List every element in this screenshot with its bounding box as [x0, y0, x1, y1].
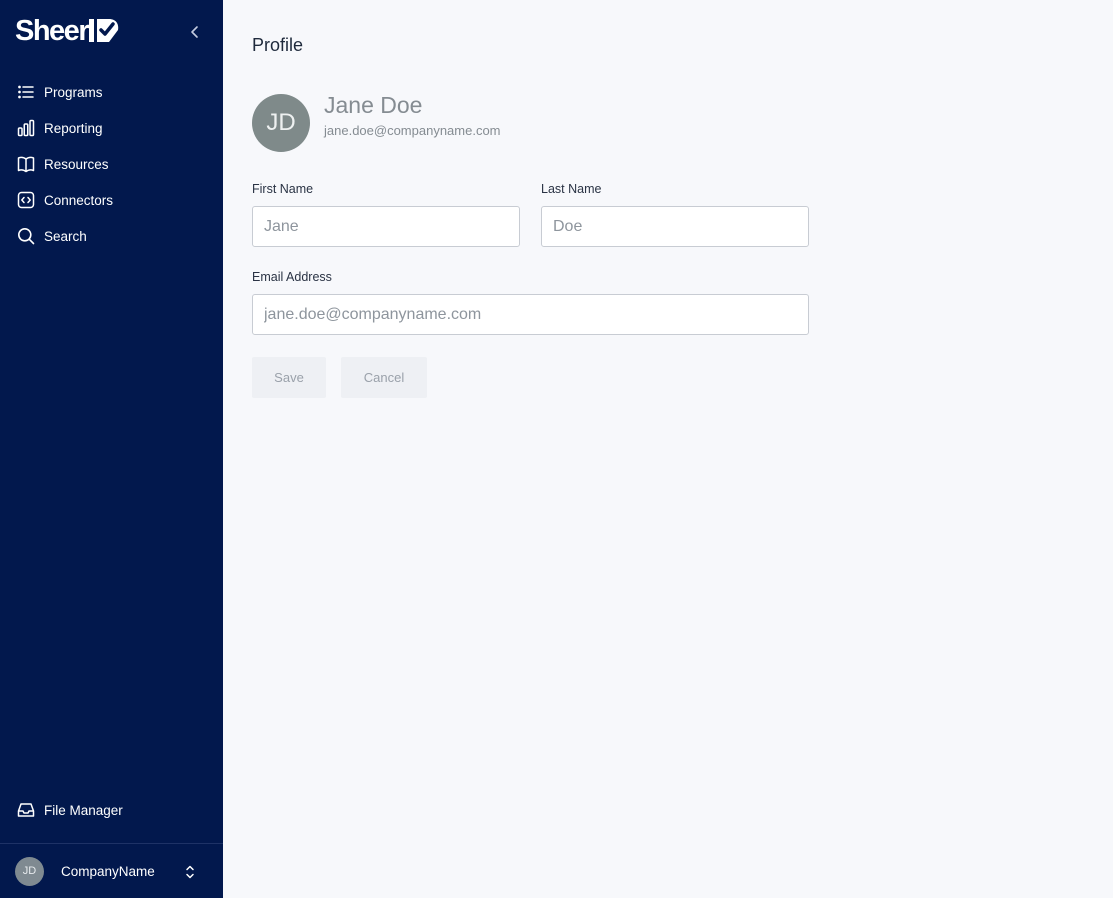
- cancel-button[interactable]: Cancel: [341, 357, 427, 398]
- sidebar-item-search[interactable]: Search: [0, 218, 223, 254]
- sidebar-item-connectors[interactable]: Connectors: [0, 182, 223, 218]
- profile-name: Jane Doe: [324, 92, 423, 118]
- search-icon: [16, 226, 36, 246]
- logo-id-mark: [89, 18, 119, 44]
- profile-avatar: JD: [252, 94, 310, 152]
- save-button[interactable]: Save: [252, 357, 326, 398]
- sidebar-item-reporting[interactable]: Reporting: [0, 110, 223, 146]
- code-icon: [16, 190, 36, 210]
- chevron-left-icon: [191, 26, 198, 38]
- collapse-sidebar-button[interactable]: [184, 21, 206, 43]
- last-name-label: Last Name: [541, 182, 602, 196]
- file-manager-label: File Manager: [44, 802, 123, 818]
- inbox-icon: [16, 800, 36, 820]
- list-icon: [16, 82, 36, 102]
- main-content: Profile JD Jane Doe jane.doe@companyname…: [223, 0, 1113, 898]
- email-field[interactable]: [252, 294, 809, 335]
- book-icon: [16, 154, 36, 174]
- logo-text: Sheer: [15, 14, 90, 47]
- sidebar: Sheer Programs Reporting Resources Conne…: [0, 0, 223, 898]
- chevron-up-down-icon: [186, 865, 194, 879]
- sidebar-nav: Programs Reporting Resources Connectors …: [0, 74, 223, 254]
- sheerid-logo[interactable]: Sheer: [15, 14, 119, 48]
- last-name-field[interactable]: [541, 206, 809, 247]
- sidebar-item-file-manager[interactable]: File Manager: [0, 792, 223, 828]
- page-title: Profile: [252, 35, 304, 55]
- sidebar-item-label: Connectors: [44, 192, 114, 208]
- avatar: JD: [15, 856, 44, 886]
- sidebar-item-resources[interactable]: Resources: [0, 146, 223, 182]
- sidebar-item-label: Reporting: [44, 120, 103, 136]
- sidebar-item-label: Search: [44, 228, 87, 244]
- email-label: Email Address: [252, 270, 332, 284]
- first-name-field[interactable]: [252, 206, 520, 247]
- sidebar-item-programs[interactable]: Programs: [0, 74, 223, 110]
- account-name: CompanyName: [61, 863, 155, 879]
- account-switcher[interactable]: JD CompanyName: [0, 844, 223, 898]
- first-name-label: First Name: [252, 182, 314, 196]
- bar-chart-icon: [16, 118, 36, 138]
- app-root: Sheer Programs Reporting Resources Conne…: [0, 0, 1113, 898]
- sidebar-item-label: Programs: [44, 84, 103, 100]
- sidebar-item-label: Resources: [44, 156, 109, 172]
- profile-email: jane.doe@companyname.com: [324, 123, 501, 138]
